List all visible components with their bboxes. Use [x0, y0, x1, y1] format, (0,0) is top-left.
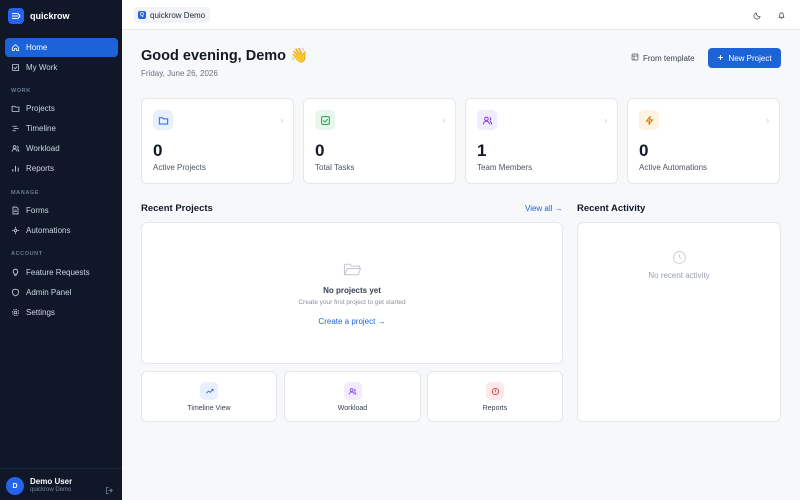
- checkbox-icon: [315, 110, 335, 130]
- current-date: Friday, June 26, 2026: [141, 69, 218, 78]
- sidebar-item-forms[interactable]: Forms: [5, 201, 118, 220]
- quick-link-label: Workload: [337, 405, 368, 412]
- users-icon: [343, 382, 362, 400]
- shield-icon: [11, 288, 20, 297]
- sidebar-item-home[interactable]: Home: [5, 38, 118, 57]
- empty-state-title: No projects yet: [323, 286, 381, 295]
- stat-label: Team Members: [477, 163, 533, 172]
- stat-card-active-automations[interactable]: › 0 Active Automations: [627, 98, 780, 184]
- sidebar-item-automations[interactable]: Automations: [5, 221, 118, 240]
- users-icon: [477, 110, 497, 130]
- folder-icon: [153, 110, 173, 130]
- sidebar-item-my-work[interactable]: My Work: [5, 58, 118, 77]
- chevron-right-icon: ›: [280, 116, 283, 125]
- quick-link-label: Reports: [482, 405, 508, 412]
- sidebar-item-feature-requests[interactable]: Feature Requests: [5, 263, 118, 282]
- stat-card-team-members[interactable]: › 1 Team Members: [465, 98, 618, 184]
- workspace-logo: Q: [138, 11, 146, 19]
- sidebar: quickrow Home My Work WORK Projects Time…: [0, 0, 122, 500]
- sidebar-item-timeline[interactable]: Timeline: [5, 119, 118, 138]
- sidebar-item-label: Workload: [26, 144, 60, 153]
- page-title: Good evening, Demo 👋: [141, 48, 309, 64]
- document-icon: [11, 206, 20, 215]
- home-icon: [11, 43, 20, 52]
- avatar[interactable]: D: [6, 477, 24, 495]
- dark-mode-toggle-icon[interactable]: [752, 10, 762, 20]
- workspace-name: quickrow Demo: [150, 10, 206, 20]
- sidebar-item-label: Reports: [26, 164, 55, 173]
- sidebar-item-label: Forms: [26, 206, 49, 215]
- logout-icon[interactable]: [105, 482, 114, 495]
- sidebar-item-reports[interactable]: Reports: [5, 159, 118, 178]
- folder-icon: [11, 104, 20, 113]
- topbar: Q quickrow Demo: [122, 0, 800, 30]
- users-icon: [11, 144, 20, 153]
- quick-link-reports[interactable]: Reports: [427, 371, 563, 422]
- recent-activity-panel: No recent activity: [577, 222, 781, 422]
- stat-card-active-projects[interactable]: › 0 Active Projects: [141, 98, 294, 184]
- recent-projects-panel: No projects yet Create your first projec…: [141, 222, 563, 364]
- bar-chart-icon: [11, 164, 20, 173]
- sidebar-item-label: Admin Panel: [26, 288, 72, 297]
- trend-icon: [200, 382, 218, 400]
- new-project-button[interactable]: New Project: [708, 48, 781, 68]
- chevron-right-icon: ›: [442, 116, 445, 125]
- user-profile[interactable]: D Demo User quickrow Demo: [0, 468, 122, 500]
- sidebar-item-settings[interactable]: Settings: [5, 303, 118, 322]
- chevron-right-icon: ›: [766, 116, 769, 125]
- sidebar-item-label: Feature Requests: [26, 268, 90, 277]
- workspace-switcher[interactable]: Q quickrow Demo: [134, 7, 211, 23]
- sidebar-item-label: Automations: [26, 226, 71, 235]
- plus-icon: [717, 54, 724, 63]
- view-all-link[interactable]: View all →: [525, 204, 563, 213]
- stat-label: Total Tasks: [315, 163, 355, 172]
- stat-label: Active Projects: [153, 163, 206, 172]
- folder-open-icon: [342, 260, 362, 278]
- new-project-label: New Project: [728, 53, 772, 63]
- empty-state-subtitle: Create your first project to get started: [298, 299, 406, 306]
- stat-card-total-tasks[interactable]: › 0 Total Tasks: [303, 98, 456, 184]
- checklist-icon: [11, 63, 20, 72]
- section-label-work: WORK: [11, 88, 31, 94]
- from-template-label: From template: [643, 53, 695, 63]
- stat-value: 1: [477, 141, 487, 160]
- logo-icon: [8, 8, 24, 24]
- lightbulb-icon: [11, 268, 20, 277]
- gear-icon: [11, 308, 20, 317]
- sidebar-item-workload[interactable]: Workload: [5, 139, 118, 158]
- recent-projects-title: Recent Projects: [141, 203, 213, 214]
- brand[interactable]: quickrow: [8, 7, 70, 25]
- clock-icon: [671, 249, 687, 265]
- stat-value: 0: [315, 141, 325, 160]
- lightning-icon: [639, 110, 659, 130]
- user-name: Demo User: [30, 477, 73, 486]
- user-org: quickrow Demo: [30, 487, 72, 493]
- sidebar-item-admin-panel[interactable]: Admin Panel: [5, 283, 118, 302]
- sidebar-item-projects[interactable]: Projects: [5, 99, 118, 118]
- quick-link-timeline-view[interactable]: Timeline View: [141, 371, 277, 422]
- template-icon: [631, 53, 639, 63]
- recent-activity-title: Recent Activity: [577, 203, 646, 214]
- quick-link-label: Timeline View: [187, 405, 231, 412]
- chevron-right-icon: ›: [604, 116, 607, 125]
- stat-value: 0: [153, 141, 163, 160]
- stat-label: Active Automations: [639, 163, 708, 172]
- app-name: quickrow: [30, 11, 70, 21]
- sidebar-item-label: Settings: [26, 308, 55, 317]
- section-label-account: ACCOUNT: [11, 251, 43, 257]
- sidebar-item-label: My Work: [26, 63, 58, 72]
- sidebar-item-label: Timeline: [26, 124, 56, 133]
- target-icon: [486, 382, 504, 400]
- section-label-manage: MANAGE: [11, 190, 40, 196]
- automation-icon: [11, 226, 20, 235]
- sidebar-item-label: Home: [26, 43, 48, 52]
- empty-activity-text: No recent activity: [648, 271, 710, 280]
- stat-value: 0: [639, 141, 649, 160]
- sidebar-item-label: Projects: [26, 104, 55, 113]
- from-template-button[interactable]: From template: [624, 49, 702, 67]
- bell-icon[interactable]: [776, 10, 786, 20]
- create-project-link[interactable]: Create a project →: [142, 317, 562, 326]
- quick-link-workload[interactable]: Workload: [284, 371, 421, 422]
- timeline-icon: [11, 124, 20, 133]
